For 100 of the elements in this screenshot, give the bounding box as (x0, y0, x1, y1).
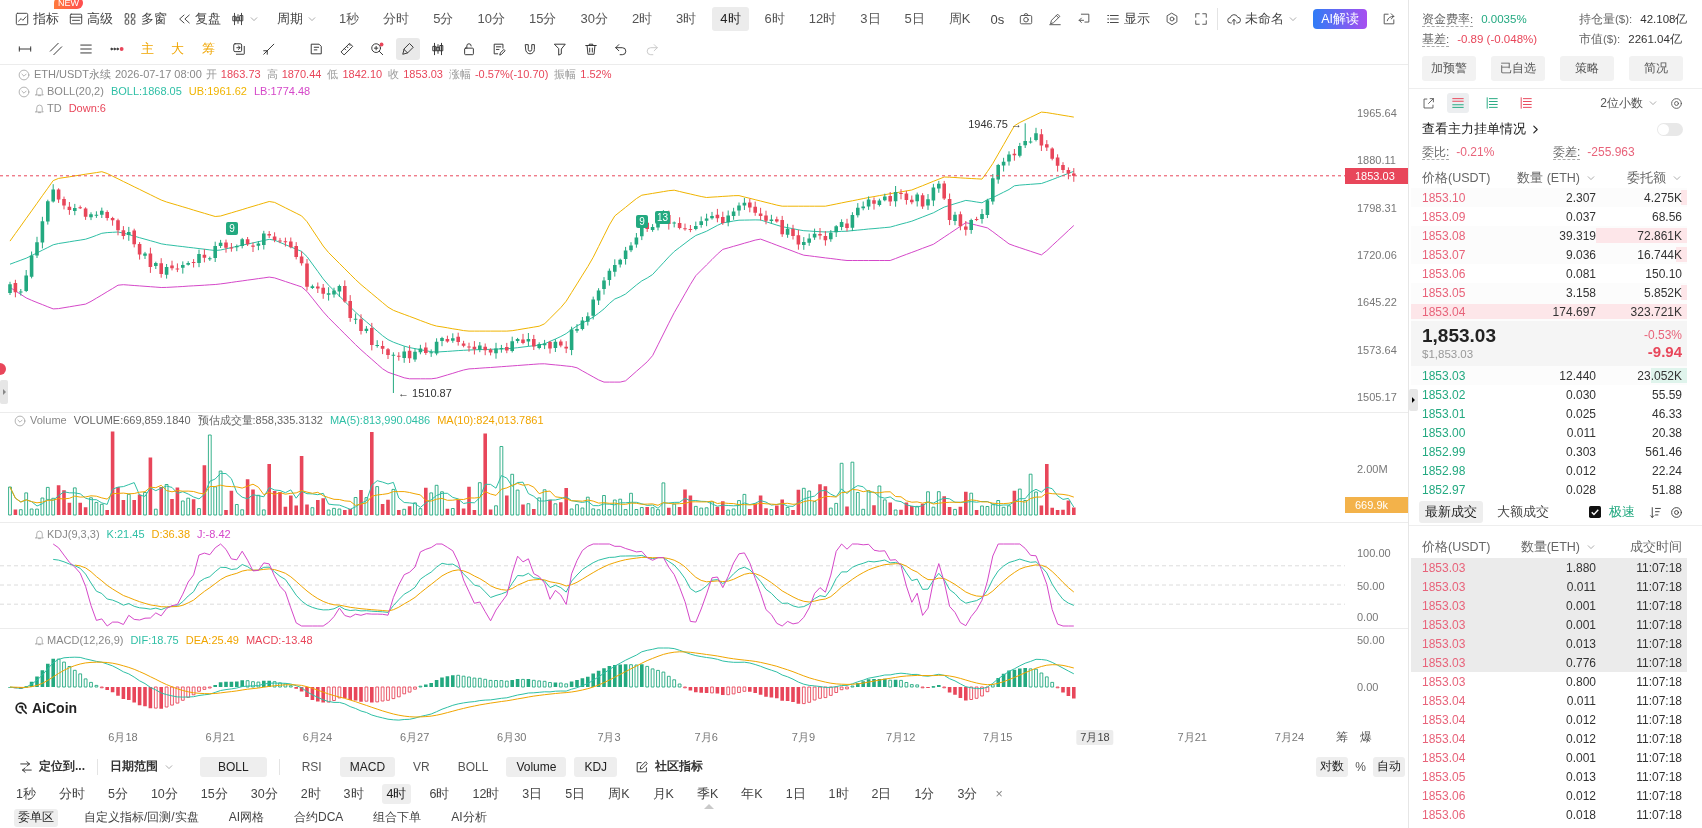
period-tab[interactable]: 30分 (245, 784, 283, 804)
fullscreen-icon[interactable] (1194, 12, 1209, 26)
period-tab[interactable]: 2时 (623, 7, 661, 31)
column-header[interactable]: 数量 (ETH) (1517, 169, 1596, 187)
period-tab[interactable]: 1日 (780, 784, 811, 804)
date-range-button[interactable]: 日期范围 (110, 756, 174, 777)
main-orders-link[interactable]: 查看主力挂单情况 (1422, 120, 1526, 138)
display-button[interactable]: 显示 (1106, 7, 1151, 31)
trades-tab[interactable]: 大额成交 (1491, 501, 1555, 523)
period-tab[interactable]: 2时 (295, 784, 326, 804)
period-tab[interactable]: 1时 (823, 784, 854, 804)
collapse-handle[interactable] (0, 380, 8, 404)
book-view-button[interactable] (1447, 93, 1469, 113)
period-tab[interactable]: 月K (647, 784, 679, 804)
sort-icon[interactable] (1649, 505, 1662, 519)
bottom-panel-tab[interactable]: AI分析 (447, 808, 491, 827)
sub-indicator-tab[interactable]: RSI (291, 756, 332, 777)
bottom-panel-tab[interactable]: 委单区 (14, 808, 58, 827)
sub-indicator-tab[interactable]: KDJ (574, 756, 618, 777)
sub-indicator-tab[interactable]: MACD (339, 756, 396, 777)
period-tab[interactable]: 12时 (467, 784, 505, 804)
collapse-handle[interactable] (1409, 389, 1418, 411)
sub-indicator-tab[interactable]: BOLL (447, 756, 499, 777)
period-tab[interactable]: 10分 (145, 784, 183, 804)
period-tab[interactable]: 3分 (952, 784, 983, 804)
sub-indicator-tab[interactable]: Volume (506, 756, 567, 777)
collapse-toggle-icon[interactable] (18, 68, 30, 81)
volume-axis-label: 2.00M (1357, 462, 1388, 476)
period-tab[interactable]: 分时 (375, 7, 418, 31)
drawing-tool-button[interactable] (395, 38, 420, 60)
ai-button[interactable]: AI解读 (1313, 9, 1367, 29)
period-tab[interactable]: 5分 (425, 7, 462, 31)
period-tab[interactable]: 1秒 (331, 7, 368, 31)
toolbar-menu-button[interactable]: 高级 (69, 7, 113, 31)
period-tab[interactable]: 4时 (712, 7, 749, 31)
period-tab[interactable]: 周K (603, 784, 635, 804)
close-button[interactable]: × (990, 784, 1008, 804)
axis-tool-button[interactable]: 筹 (1336, 729, 1348, 746)
toolbar-menu-button[interactable]: 多窗 (123, 7, 167, 31)
main-indicator-tab[interactable]: BOLL (200, 756, 267, 777)
axis-tool-button[interactable]: 爆 (1360, 729, 1372, 746)
period-tab[interactable]: 季K (691, 784, 724, 804)
toolbar-menu-button[interactable]: 指标 (15, 7, 59, 31)
scale-option[interactable]: % (1351, 756, 1370, 777)
period-tab[interactable]: 3时 (668, 7, 705, 31)
checkbox[interactable] (1589, 506, 1601, 518)
period-tab[interactable]: 10分 (469, 7, 513, 31)
period-tab[interactable]: 15分 (520, 7, 565, 31)
pop-out-icon[interactable] (1422, 96, 1435, 110)
community-indicators-button[interactable]: 社区指标 (635, 756, 704, 777)
period-tab[interactable]: 5日 (896, 7, 933, 31)
period-tab[interactable]: 分时 (53, 784, 90, 804)
collapse-toggle-icon[interactable] (18, 85, 30, 98)
settings-icon[interactable] (1165, 12, 1180, 26)
action-button[interactable]: 简况 (1629, 56, 1683, 81)
period-menu-button[interactable]: 周期 (277, 7, 317, 31)
scale-option[interactable]: 对数 (1316, 756, 1349, 777)
period-tab[interactable]: 周K (940, 7, 979, 31)
trade-price: 1853.04 (1422, 731, 1467, 746)
corner-arrow-icon[interactable] (1077, 12, 1092, 26)
collapse-toggle-icon[interactable] (14, 414, 26, 427)
share-icon[interactable] (1382, 12, 1396, 26)
period-tab[interactable]: 12时 (800, 7, 845, 31)
period-tab[interactable]: 3日 (852, 7, 889, 31)
bottom-panel-tab[interactable]: AI网格 (224, 808, 268, 827)
panel-resize-handle[interactable] (703, 802, 715, 810)
action-button[interactable]: 已自选 (1491, 56, 1545, 81)
period-tab[interactable]: 2日 (866, 784, 897, 804)
action-button[interactable]: 加预警 (1422, 56, 1476, 81)
trades-tab[interactable]: 最新成交 (1419, 501, 1483, 523)
period-tab[interactable]: 15分 (195, 784, 233, 804)
period-tab[interactable]: 5分 (102, 784, 133, 804)
toolbar-menu-button[interactable]: 复盘 (177, 7, 221, 31)
period-tab[interactable]: 1秒 (11, 784, 41, 804)
column-header[interactable]: 数量(ETH) (1520, 538, 1596, 556)
period-tab[interactable]: 3日 (517, 784, 548, 804)
scale-option[interactable]: 自动 (1373, 756, 1405, 777)
period-tab[interactable]: 4时 (381, 784, 412, 804)
precision-dropdown[interactable]: 2位小数 (1600, 94, 1658, 112)
sub-indicator-tab[interactable]: VR (403, 756, 440, 777)
column-header[interactable]: 委托额 (1627, 169, 1682, 187)
settings-icon[interactable] (1670, 505, 1683, 519)
timer-button[interactable]: 0s (990, 7, 1005, 31)
bottom-panel-tab[interactable]: 组合下单 (369, 808, 426, 827)
period-tab[interactable]: 年K (736, 784, 768, 804)
period-tab[interactable]: 5日 (560, 784, 591, 804)
period-tab[interactable]: 6时 (756, 7, 793, 31)
bottom-panel-tab[interactable]: 自定义指标/回测/实盘 (80, 808, 203, 827)
period-tab[interactable]: 30分 (572, 7, 616, 31)
period-tab[interactable]: 6时 (424, 784, 455, 804)
bottom-panel-tab[interactable]: 合约DCA (290, 808, 348, 827)
locate-button[interactable]: 定位到... (19, 756, 85, 777)
action-button[interactable]: 策略 (1560, 56, 1614, 81)
period-tab[interactable]: 3时 (338, 784, 369, 804)
indicator-value: BOLL:1868.05 (110, 84, 182, 99)
settings-icon[interactable] (1670, 96, 1683, 110)
period-tab[interactable]: 1分 (909, 784, 940, 804)
pen-icon[interactable] (1048, 12, 1063, 26)
layout-button[interactable]: 未命名 (1227, 7, 1299, 31)
camera-icon[interactable] (1019, 12, 1034, 26)
